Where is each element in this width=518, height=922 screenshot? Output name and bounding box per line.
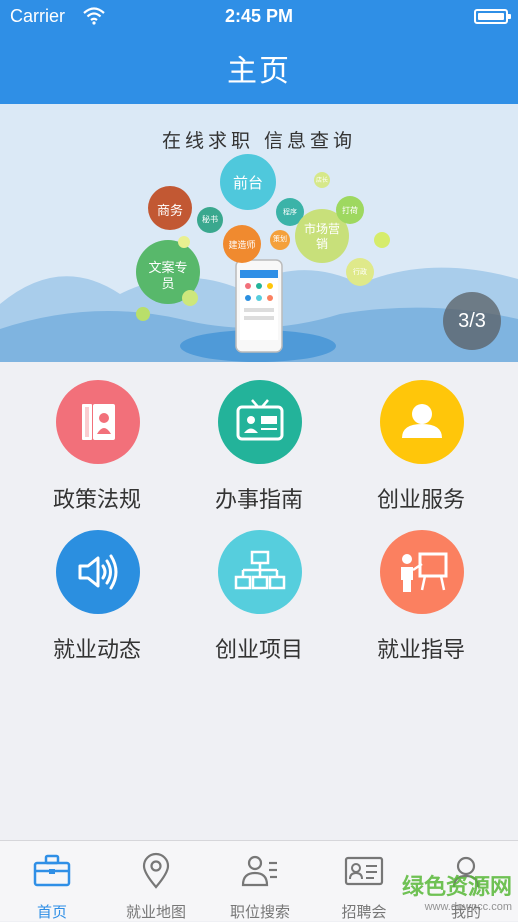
grid-item-label: 办事指南 — [214, 487, 303, 512]
bubble-label: 秘书 — [202, 215, 218, 224]
grid-item-policy[interactable]: 政策法规 — [11, 362, 183, 512]
bubble-label: 打荷 — [342, 206, 358, 215]
tab-label: 我的 — [450, 904, 481, 921]
bubble-label: 前台 — [232, 175, 263, 192]
grid-item-label: 政策法规 — [52, 487, 141, 512]
battery-icon — [474, 9, 511, 24]
book-icon — [56, 380, 140, 464]
user-search-icon — [241, 855, 277, 887]
bubble-label: 市场营销 — [304, 222, 341, 251]
grid-item-label: 就业指导 — [376, 637, 465, 662]
grid-item-employment-guidance[interactable]: 就业指导 — [335, 512, 507, 662]
tv-news-icon — [218, 380, 302, 464]
tab-job-search[interactable]: 职位搜索 — [208, 841, 312, 921]
tab-home[interactable]: 首页 — [0, 841, 104, 921]
grid-item-guide[interactable]: 办事指南 — [173, 362, 345, 512]
tab-label: 就业地图 — [125, 904, 186, 921]
grid-item-label: 创业服务 — [376, 487, 465, 512]
grid-item-employment-news[interactable]: 就业动态 — [11, 512, 183, 662]
bubble-label: 程序 — [283, 209, 297, 216]
profile-icon — [452, 856, 480, 888]
bubble-label: 行政 — [353, 269, 367, 276]
tab-bar: 首页 就业地图 职位搜索 招聘会 我的 绿色资源网 www.downcc.com — [0, 840, 518, 921]
map-pin-icon — [142, 852, 170, 889]
tab-profile[interactable]: 我的 — [414, 841, 518, 921]
grid-item-startup-service[interactable]: 创业服务 — [335, 362, 507, 512]
banner-carousel[interactable]: 在线求职 信息查询 前台 商务 秘书 文案专员 建造师 策划 市场营销 程序 打… — [0, 104, 518, 362]
banner-headline: 在线求职 信息查询 — [161, 130, 357, 152]
status-bar: Carrier 2:45 PM — [0, 0, 518, 34]
bubble-label: 策划 — [273, 236, 287, 243]
grid-item-label: 创业项目 — [214, 637, 303, 662]
presentation-icon — [380, 530, 464, 614]
status-time: 2:45 PM — [224, 6, 294, 26]
person-icon — [380, 380, 464, 464]
id-card-icon — [344, 856, 384, 886]
bubble-label: 文案专员 — [148, 260, 188, 291]
bubble-label: 店长 — [315, 178, 328, 184]
carousel-page-indicator: 3/3 — [443, 292, 501, 350]
tab-label: 招聘会 — [341, 904, 387, 921]
tab-employment-map[interactable]: 就业地图 — [104, 841, 208, 921]
page-title: 主页 — [227, 55, 291, 88]
grid-item-startup-projects[interactable]: 创业项目 — [173, 512, 345, 662]
bubble-label: 商务 — [156, 203, 183, 218]
grid-item-label: 就业动态 — [52, 637, 141, 662]
tab-label: 职位搜索 — [229, 904, 290, 921]
speaker-icon — [56, 530, 140, 614]
tab-job-fair[interactable]: 招聘会 — [312, 841, 416, 921]
briefcase-icon — [33, 854, 71, 887]
navigation-bar: 主页 — [0, 34, 518, 104]
tab-label: 首页 — [36, 904, 67, 921]
bubble-label: 建造师 — [228, 240, 256, 250]
org-chart-icon — [218, 530, 302, 614]
